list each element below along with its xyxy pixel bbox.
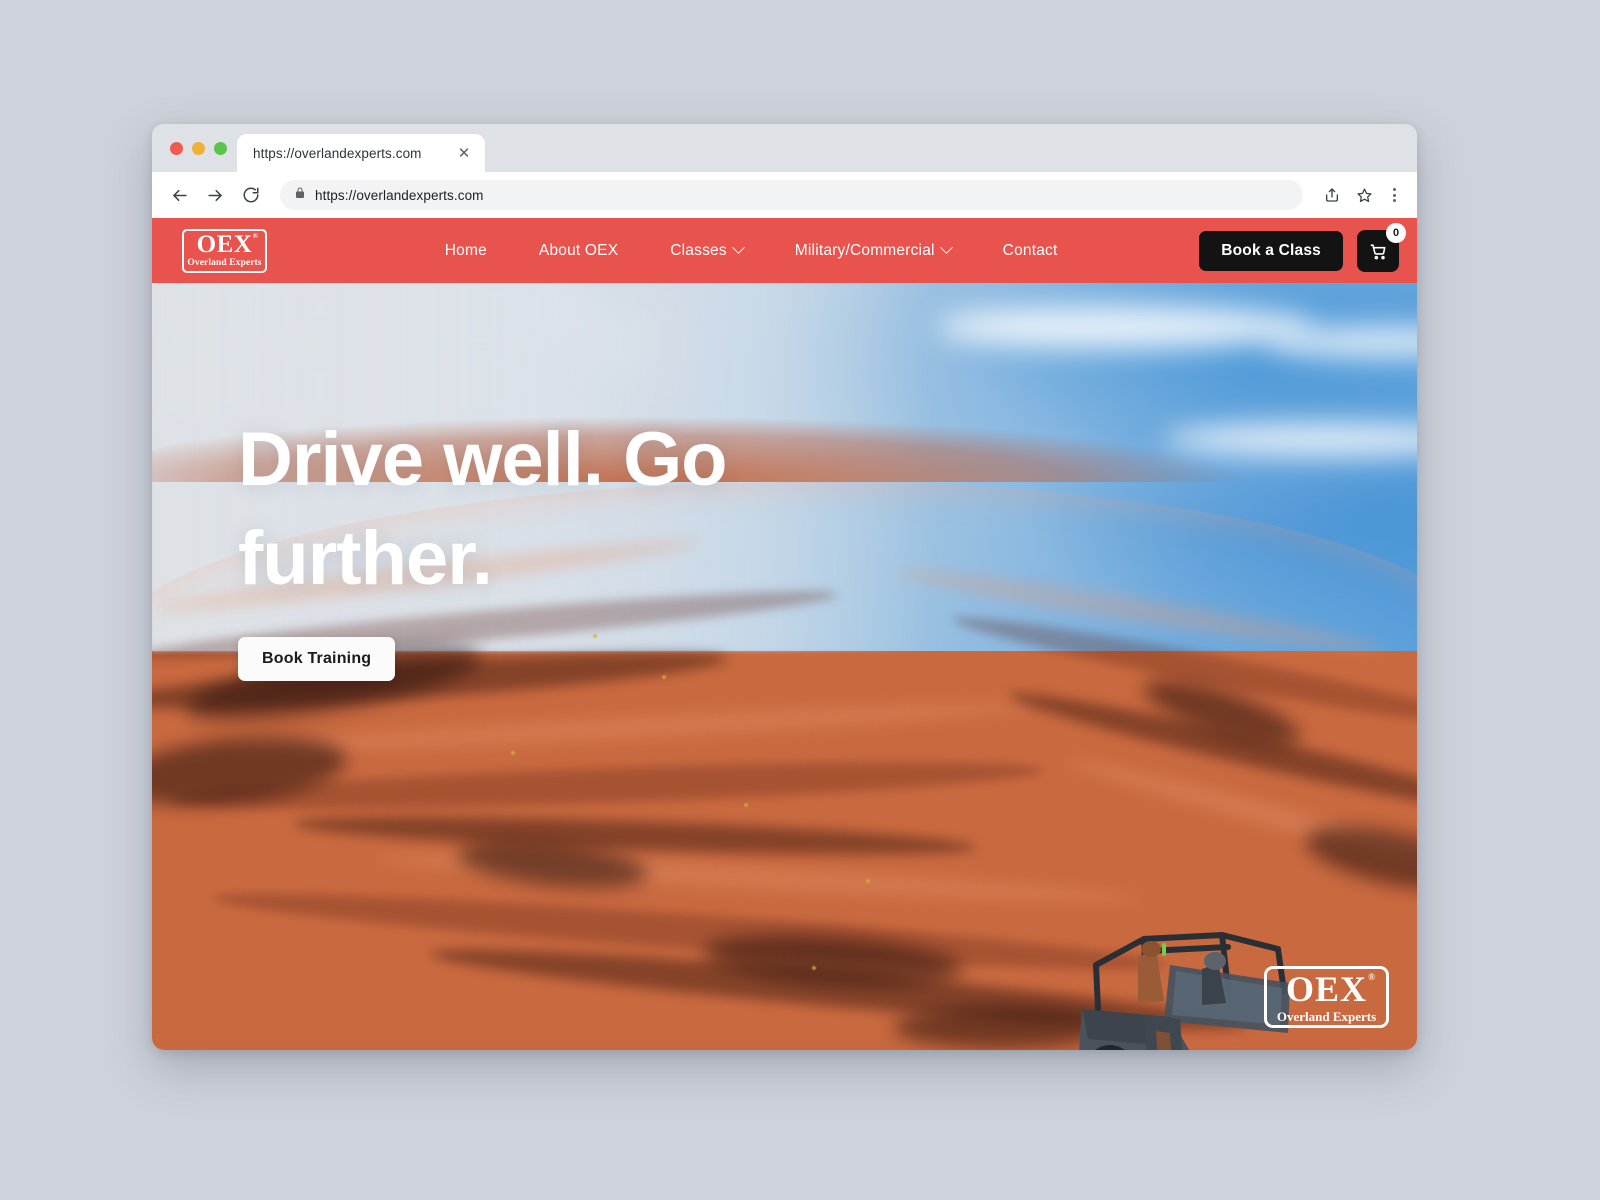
oex-watermark-logo: OEX ® Overland Experts xyxy=(1264,966,1389,1028)
oex-logo[interactable]: OEX ® Overland Experts xyxy=(182,228,267,273)
close-window-button[interactable] xyxy=(170,141,183,155)
book-a-class-button[interactable]: Book a Class xyxy=(1199,230,1343,271)
forward-arrow-icon[interactable] xyxy=(200,180,230,210)
site-navigation-bar: OEX ® Overland Experts Home About OEX Cla… xyxy=(152,218,1417,283)
oex-logo-subtitle: Overland Experts xyxy=(187,258,262,269)
oex-watermark-mark: OEX ® xyxy=(1285,969,1376,1009)
main-menu: Home About OEX Classes Military/Commerci… xyxy=(303,241,1199,260)
nav-item-label: Military/Commercial xyxy=(794,241,935,259)
nav-item-classes[interactable]: Classes xyxy=(670,241,745,260)
browser-window: https://overlandexperts.com ✕ https://ov… xyxy=(152,124,1417,1050)
chevron-down-icon xyxy=(731,241,745,255)
oex-logo-mark: OEX ® xyxy=(196,231,259,259)
back-arrow-icon[interactable] xyxy=(164,180,194,210)
nav-item-label: Classes xyxy=(670,241,727,259)
maximize-window-button[interactable] xyxy=(214,141,227,155)
toolbar-icons xyxy=(1317,180,1407,210)
oex-watermark-subtitle: Overland Experts xyxy=(1276,1009,1377,1024)
page-viewport: OEX ® Overland Experts Home About OEX Cla… xyxy=(152,218,1417,1050)
address-bar[interactable]: https://overlandexperts.com xyxy=(280,180,1303,210)
window-traffic-lights xyxy=(166,124,237,172)
nav-item-military-commercial[interactable]: Military/Commercial xyxy=(794,241,953,260)
nav-item-home[interactable]: Home xyxy=(445,242,487,260)
cart-button-wrapper: 0 xyxy=(1357,222,1406,272)
hero-copy: Drive well. Go further. Book Training xyxy=(238,411,798,681)
nav-item-label: Home xyxy=(444,241,487,259)
close-icon[interactable]: ✕ xyxy=(455,144,473,162)
browser-tab-title: https://overlandexperts.com xyxy=(253,145,422,161)
chevron-down-icon xyxy=(939,241,953,255)
address-bar-url: https://overlandexperts.com xyxy=(315,187,484,203)
reload-icon[interactable] xyxy=(236,180,266,210)
lock-icon xyxy=(294,186,306,204)
nav-item-label: About OEX xyxy=(538,241,619,259)
cart-count-badge: 0 xyxy=(1386,222,1406,243)
browser-tab-strip: https://overlandexperts.com ✕ xyxy=(152,124,1417,172)
hero-headline: Drive well. Go further. xyxy=(238,417,728,601)
nav-item-contact[interactable]: Contact xyxy=(1003,242,1058,260)
hero-section: Drive well. Go further. Book Training OE… xyxy=(152,283,1417,1050)
browser-toolbar: https://overlandexperts.com xyxy=(152,172,1417,218)
browser-tab[interactable]: https://overlandexperts.com ✕ xyxy=(237,134,485,172)
nav-item-label: Contact xyxy=(1002,241,1058,259)
kebab-menu-icon[interactable] xyxy=(1381,180,1407,210)
nav-item-about-oex[interactable]: About OEX xyxy=(539,242,618,260)
book-training-button[interactable]: Book Training xyxy=(238,636,396,681)
nav-actions: Book a Class 0 xyxy=(1199,222,1406,272)
share-icon[interactable] xyxy=(1317,180,1347,210)
star-icon[interactable] xyxy=(1349,180,1379,210)
minimize-window-button[interactable] xyxy=(192,141,205,155)
